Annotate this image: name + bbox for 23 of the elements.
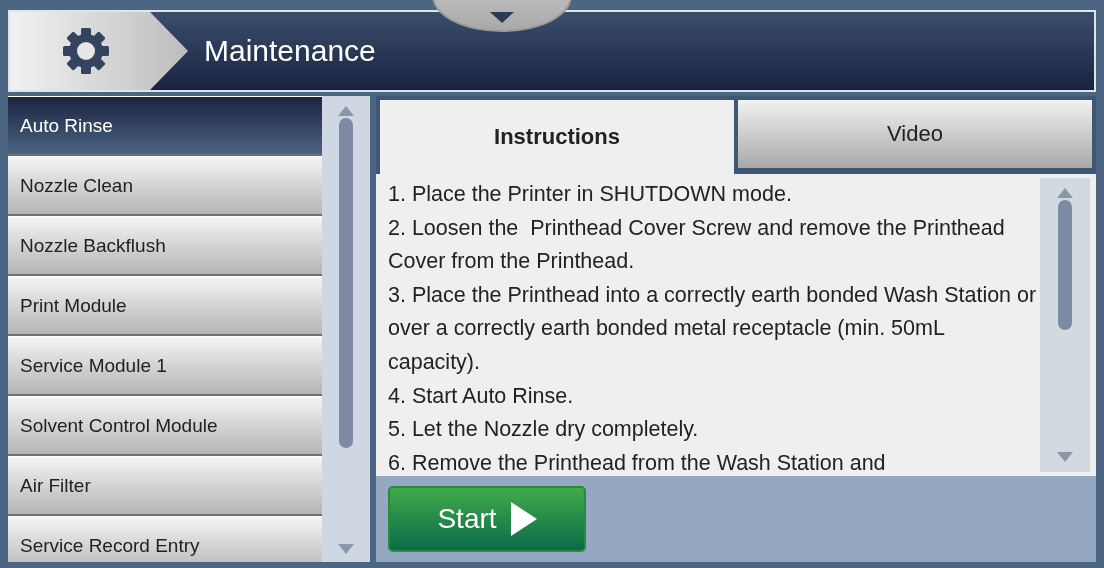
- menu-item[interactable]: Print Module: [8, 276, 322, 336]
- instruction-step: 1. Place the Printer in SHUTDOWN mode.: [388, 178, 1038, 212]
- instruction-step: 5. Let the Nozzle dry completely.: [388, 413, 1038, 447]
- menu-item[interactable]: Service Module 1: [8, 336, 322, 396]
- start-button[interactable]: Start: [388, 486, 586, 552]
- scroll-bar[interactable]: [1040, 178, 1090, 472]
- menu-item[interactable]: Nozzle Backflush: [8, 216, 322, 276]
- tab[interactable]: Video: [738, 100, 1092, 168]
- menu-item[interactable]: Auto Rinse: [8, 96, 322, 156]
- instruction-step: 3. Place the Printhead into a correctly earth bonded Wash Station or over a correctly earth bonded metal receptacle (min. 50mL capacity).: [388, 278, 1038, 380]
- menu-item[interactable]: Service Record Entry: [8, 516, 322, 562]
- instruction-step: 2. Loosen the Printhead Cover Screw and remove the Printhead Cover from the Printhead.: [388, 211, 1038, 279]
- menu-item[interactable]: Solvent Control Module: [8, 396, 322, 456]
- page-title: Maintenance: [204, 34, 376, 68]
- instruction-step: 6. Remove the Printhead from the Wash Station and: [388, 446, 1038, 481]
- settings-icon: [62, 27, 110, 75]
- tab[interactable]: Instructions: [380, 100, 734, 174]
- down-triangle-icon: [490, 12, 514, 24]
- menu-item[interactable]: Nozzle Clean: [8, 156, 322, 216]
- instruction-step: 4. Start Auto Rinse.: [388, 379, 1038, 414]
- settings-chevron-button[interactable]: [10, 12, 188, 90]
- play-icon: [510, 502, 537, 536]
- menu-item[interactable]: Air Filter: [8, 456, 322, 516]
